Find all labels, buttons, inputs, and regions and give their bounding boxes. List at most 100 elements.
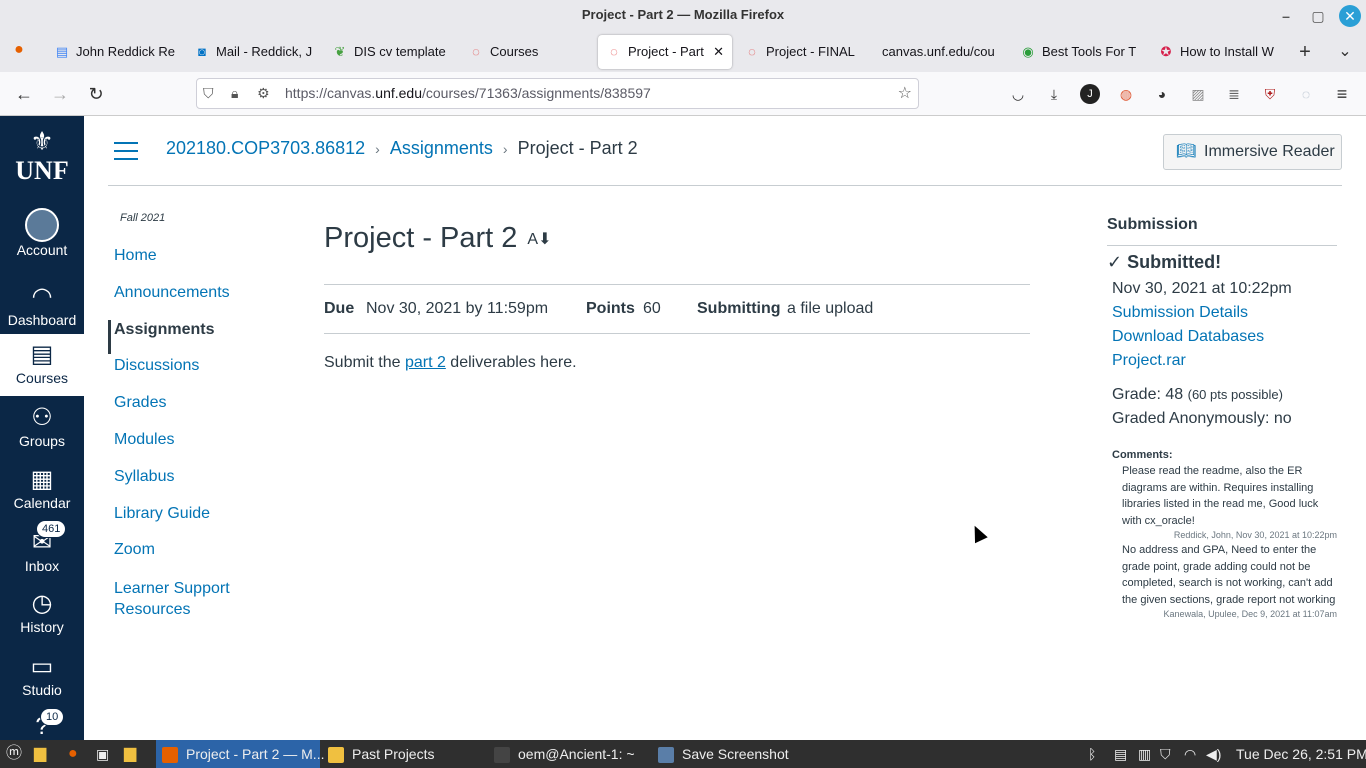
new-tab-icon[interactable]: + [1294, 41, 1316, 64]
nav-help[interactable]: ? 10 [0, 708, 84, 740]
clipboard-icon[interactable]: ▤ [1114, 740, 1127, 768]
tab-9[interactable]: ✪ How to Install W [1150, 35, 1284, 69]
course-nav-zoom[interactable]: Zoom [114, 541, 155, 559]
tab-3[interactable]: ❦ DIS cv template [324, 35, 454, 69]
assignment-description: Submit the part 2 deliverables here. [324, 354, 577, 371]
course-nav-discussions[interactable]: Discussions [114, 357, 199, 375]
tab-5-active[interactable]: ◌ Project - Part ✕ [598, 35, 732, 69]
comment-text: Please read the readme, also the ER diag… [1122, 465, 1319, 527]
chevron-down-icon[interactable]: ⌄ [1334, 41, 1356, 61]
tab-1[interactable]: ▤ John Reddick Re [46, 35, 186, 69]
nav-courses[interactable]: ▤ Courses [0, 334, 84, 396]
course-nav-announcements[interactable]: Announcements [114, 284, 230, 302]
menu-icon[interactable]: ≡ [1332, 84, 1352, 104]
canvas-icon: ◌ [748, 44, 756, 59]
reload-icon[interactable]: ↻ [84, 82, 108, 106]
nav-studio[interactable]: ▭ Studio [0, 652, 84, 710]
immersive-reader-icon: 📖︎ [1176, 143, 1197, 160]
clock[interactable]: Tue Dec 26, 2:51 PM [1236, 740, 1366, 768]
course-nav-syllabus[interactable]: Syllabus [114, 468, 174, 486]
book-icon: ▤ [30, 341, 54, 368]
url-bar[interactable]: ⛉ 🔒︎ ⚙ https://canvas.unf.edu/courses/71… [196, 78, 919, 109]
files-icon[interactable]: ▆ [34, 740, 46, 768]
wifi-icon[interactable]: ◠ [1184, 740, 1196, 768]
close-window-button[interactable]: ✕ [1339, 5, 1361, 27]
site-icon: ✪ [1160, 44, 1172, 59]
divider [108, 185, 1342, 186]
extension-j-icon[interactable]: J [1080, 84, 1100, 104]
dashboard-icon: ◠ [31, 283, 53, 310]
tab-2[interactable]: ◙ Mail - Reddick, J [186, 35, 320, 69]
download-icon[interactable]: ⤓ [1044, 84, 1064, 104]
comment-author: Kanewala, Upulee, Dec 9, 2021 at 11:07am [1163, 609, 1337, 619]
extension-icon[interactable]: ▨ [1188, 84, 1208, 104]
taskbar-save-screenshot[interactable]: Save Screenshot [658, 740, 789, 768]
chevron-right-icon: › [502, 141, 508, 157]
duckduckgo-icon[interactable]: ◍ [1116, 84, 1136, 104]
nav-history[interactable]: ◷ History [0, 589, 84, 647]
course-nav-modules[interactable]: Modules [114, 431, 174, 449]
part-2-link[interactable]: part 2 [405, 354, 446, 371]
tab-strip: ● ▤ John Reddick Re ◙ Mail - Reddick, J ❦ D… [0, 32, 1366, 72]
taskbar-terminal[interactable]: oem@Ancient-1: ~ [494, 740, 635, 768]
tab-4[interactable]: ◌ Courses [460, 35, 594, 69]
folder-icon[interactable]: ▆ [124, 740, 136, 768]
inbox-badge: 461 [36, 520, 67, 538]
ublock-icon[interactable]: ⛨ [1260, 84, 1280, 104]
submission-heading: Submission [1107, 216, 1337, 246]
window-titlebar: Project - Part 2 — Mozilla Firefox – ▢ ✕ [0, 0, 1366, 32]
terminal-icon [494, 747, 510, 764]
immersive-reader-button[interactable]: 📖︎ Immersive Reader [1163, 134, 1342, 170]
nav-groups[interactable]: ⚇ Groups [0, 403, 84, 461]
course-nav-home[interactable]: Home [114, 247, 157, 265]
tab-7[interactable]: canvas.unf.edu/cou [874, 35, 1010, 69]
course-nav-library-guide[interactable]: Library Guide [114, 505, 210, 523]
taskbar-firefox-window[interactable]: Project - Part 2 — M... [156, 740, 324, 768]
firefox-view-icon[interactable]: ● [8, 41, 30, 59]
bluetooth-icon[interactable]: ᛒ [1088, 740, 1096, 768]
nav-calendar[interactable]: ▦ Calendar [0, 465, 84, 523]
nav-account[interactable]: Account [0, 208, 84, 268]
course-nav-grades[interactable]: Grades [114, 394, 166, 412]
nav-dashboard[interactable]: ◠ Dashboard [0, 282, 84, 340]
updates-icon[interactable]: ▥ [1138, 740, 1151, 768]
tab-8[interactable]: ◉ Best Tools For T [1012, 35, 1148, 69]
nav-inbox[interactable]: ✉ Inbox 461 [0, 520, 84, 586]
site-icon: ◉ [1022, 44, 1034, 59]
minimize-button[interactable]: – [1275, 5, 1297, 27]
points-value: 60 [643, 300, 661, 317]
pocket-icon[interactable]: ◡ [1008, 84, 1028, 104]
submission-details-link[interactable]: Submission Details [1112, 304, 1248, 322]
maximize-button[interactable]: ▢ [1307, 5, 1329, 27]
hamburger-menu-icon[interactable] [114, 142, 138, 160]
breadcrumb-assignments[interactable]: Assignments [390, 138, 493, 158]
firefox-icon[interactable]: ● [68, 740, 78, 768]
bookmark-star-icon[interactable]: ☆ [898, 79, 912, 108]
start-menu-icon[interactable]: ⓜ [6, 740, 22, 768]
canvas-icon: ◌ [472, 44, 480, 59]
text-size-icon[interactable]: A⬇ [527, 231, 551, 248]
shield-icon[interactable]: ⛉ [1160, 740, 1171, 768]
download-databases-link[interactable]: Download Databases [1112, 328, 1264, 346]
course-nav-learner-support[interactable]: Learner Support Resources [114, 578, 230, 620]
firefox-icon [162, 747, 178, 764]
forward-icon[interactable]: → [48, 82, 72, 106]
extension-icon[interactable]: ≣ [1224, 84, 1244, 104]
lock-icon: 🔒︎ [231, 85, 239, 101]
unf-logo[interactable]: ⚜ UNF [0, 126, 84, 188]
extension-icon[interactable]: ◕ [1152, 84, 1172, 104]
calendar-icon: ▦ [30, 466, 54, 493]
volume-icon[interactable]: ◀) [1206, 740, 1221, 768]
canvas-icon: ◌ [610, 44, 618, 59]
breadcrumb-course[interactable]: 202180.COP3703.86812 [166, 138, 365, 158]
breadcrumb-current: Project - Part 2 [517, 138, 638, 158]
tab-6[interactable]: ◌ Project - FINAL [736, 35, 870, 69]
course-nav-assignments[interactable]: Assignments [114, 321, 214, 339]
terminal-icon[interactable]: ▣ [96, 740, 109, 768]
close-tab-icon[interactable]: ✕ [713, 35, 724, 69]
project-file-link[interactable]: Project.rar [1112, 352, 1186, 370]
taskbar-past-projects[interactable]: Past Projects [328, 740, 434, 768]
clock-icon: ◷ [31, 590, 53, 617]
checkmark-icon: ✓ [1107, 252, 1128, 272]
back-icon[interactable]: ← [12, 82, 36, 106]
